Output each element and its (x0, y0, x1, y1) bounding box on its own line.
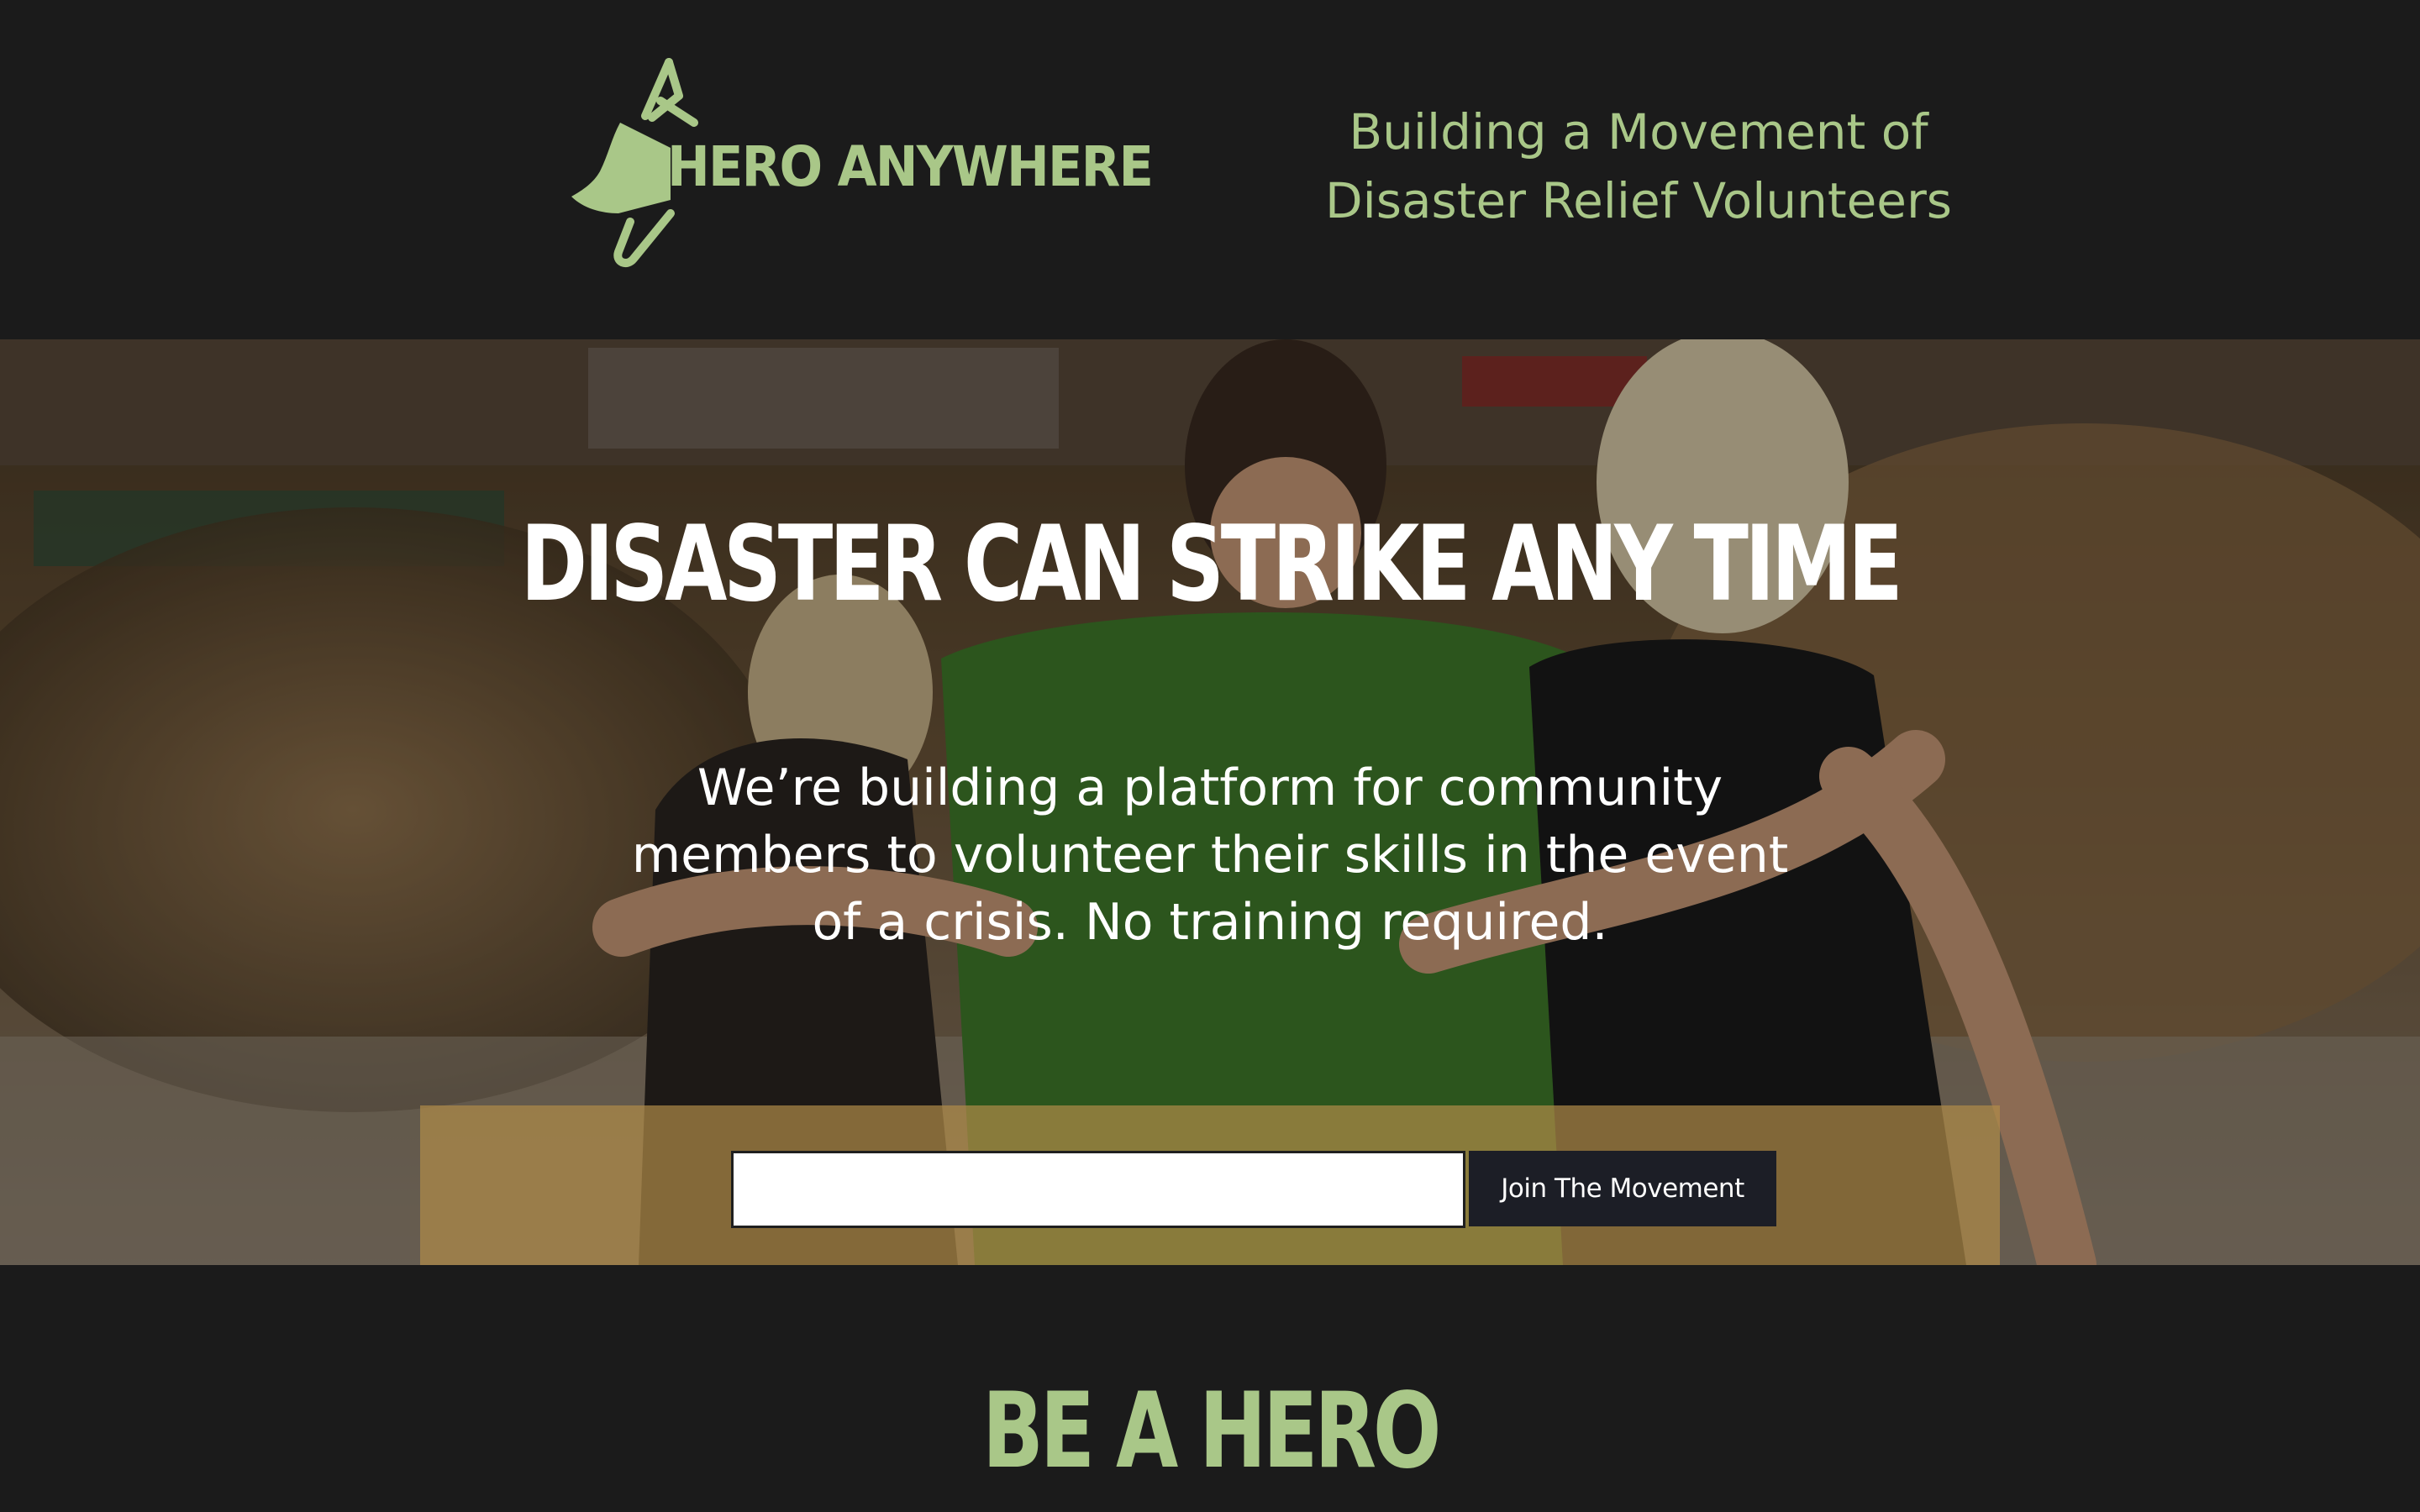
tagline-line-1: Building a Movement of (1349, 103, 1928, 160)
site-header: HERO ANYWHERE Building a Movement of Dis… (0, 0, 2420, 339)
tagline-line-2: Disaster Relief Volunteers (1324, 172, 1953, 229)
site-tagline: Building a Movement of Disaster Relief V… (1311, 97, 1966, 235)
email-input[interactable] (731, 1151, 1465, 1228)
site-logo[interactable]: HERO ANYWHERE (568, 57, 1154, 272)
join-the-movement-button[interactable]: Join The Movement (1469, 1151, 1776, 1226)
hero-title: DISASTER CAN STRIKE ANY TIME (520, 504, 1903, 625)
hero-description: We’re building a platform for community … (631, 759, 1789, 952)
signup-bar: Join The Movement (420, 1105, 2000, 1265)
logo-wordmark: HERO ANYWHERE (667, 134, 1154, 199)
section-heading: BE A HERO (981, 1371, 1442, 1492)
page: HERO ANYWHERE Building a Movement of Dis… (0, 0, 2420, 1512)
be-a-hero-section: BE A HERO (0, 1265, 2420, 1512)
hero-section: DISASTER CAN STRIKE ANY TIME We’re build… (0, 339, 2420, 1265)
